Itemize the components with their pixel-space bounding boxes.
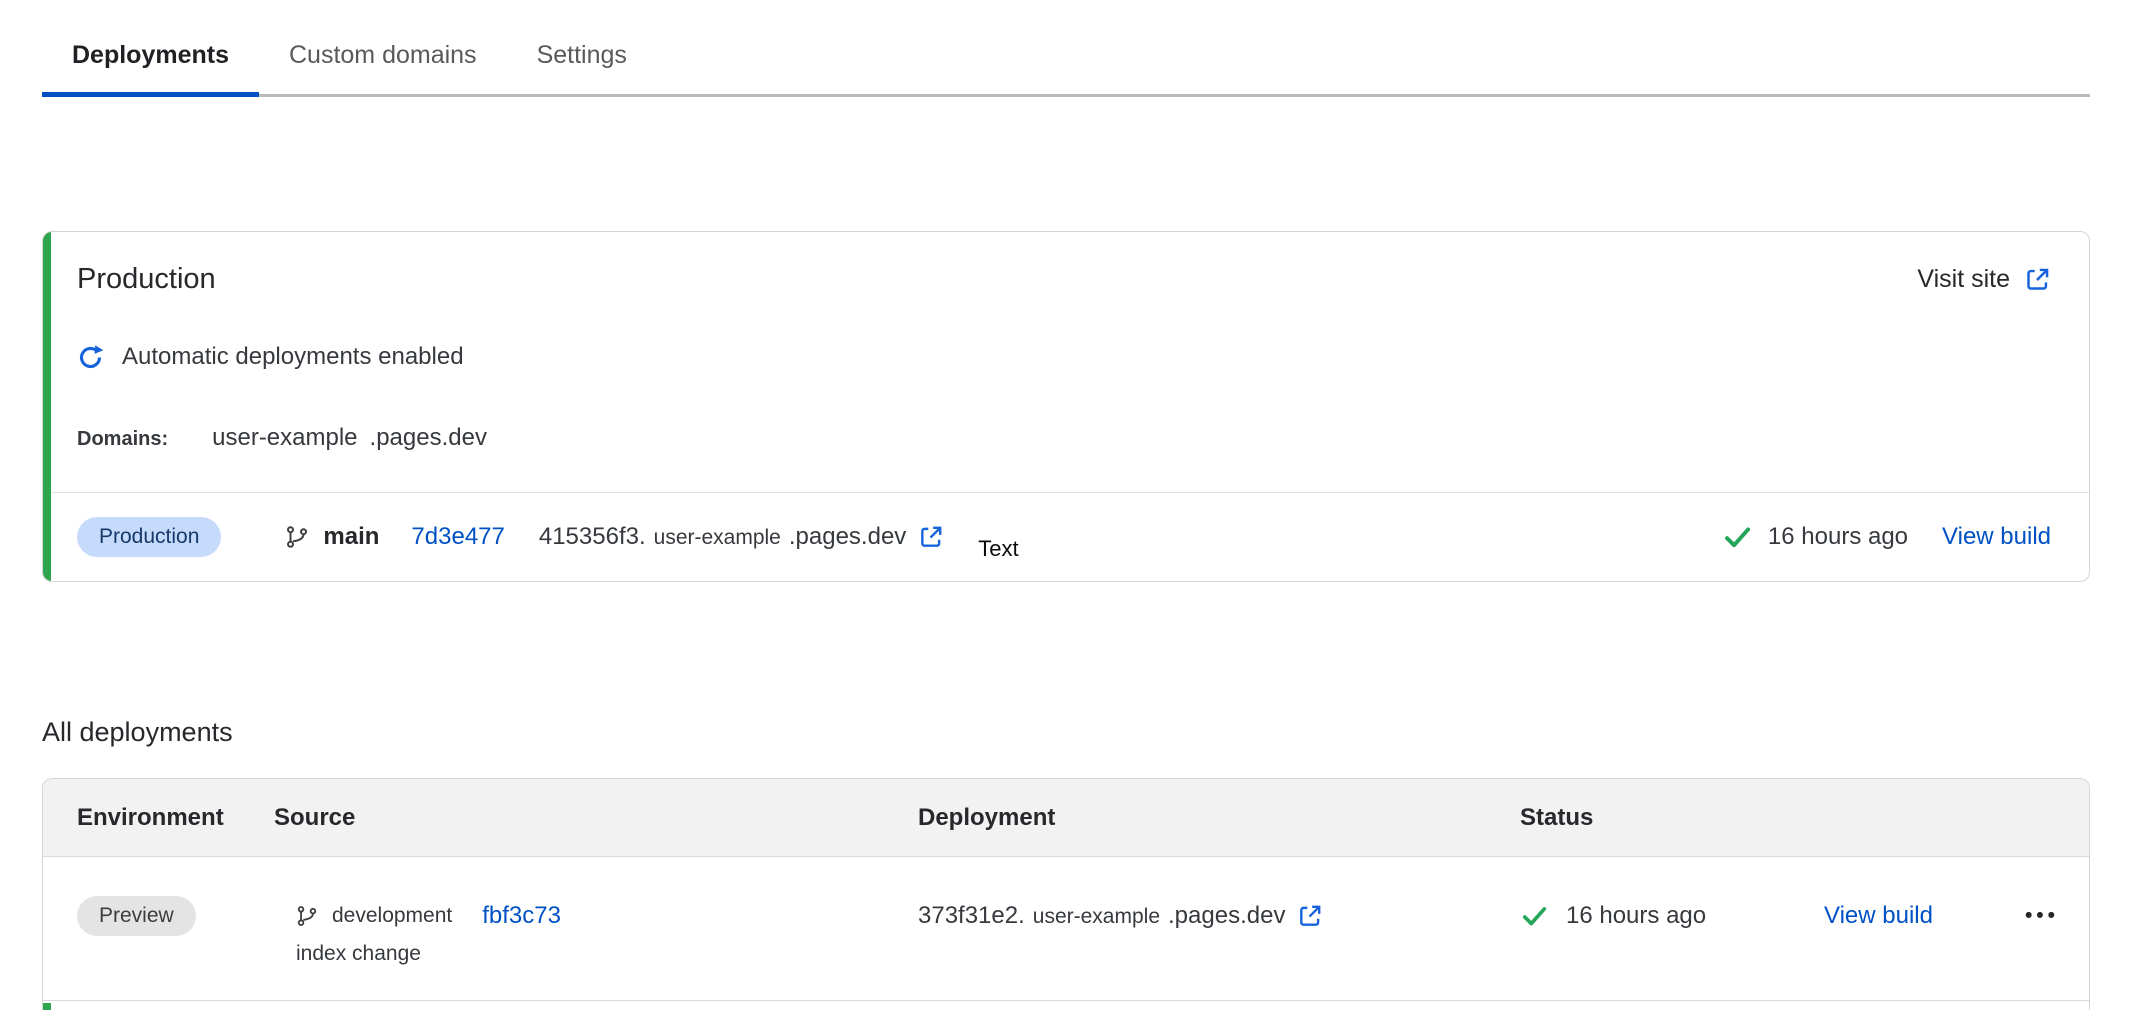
tab-custom-domains[interactable]: Custom domains <box>259 14 507 97</box>
view-build-link[interactable]: View build <box>1942 523 2051 551</box>
production-deployment-row: Production main 7d3e477 415356f3. user-e… <box>43 492 2089 581</box>
production-card: Production Visit site <box>42 231 2090 582</box>
check-icon <box>1722 523 1752 551</box>
deploy-time: 16 hours ago <box>1768 523 1908 551</box>
external-link-icon <box>2024 266 2051 293</box>
environment-badge: Preview <box>77 896 196 936</box>
deployment-url-suffix: .pages.dev <box>789 523 906 551</box>
open-deployment-link[interactable] <box>1297 903 1323 929</box>
column-header-deployment: Deployment <box>918 804 1520 832</box>
commit-link[interactable]: fbf3c73 <box>482 902 561 930</box>
production-row-status: 16 hours ago View build <box>1722 523 2051 551</box>
check-icon <box>1520 903 1548 929</box>
deployment-url: 415356f3. user-example .pages.dev <box>539 523 944 551</box>
production-card-body: Production Visit site <box>43 232 2089 452</box>
overflow-menu-icon[interactable]: ••• <box>2025 904 2059 928</box>
column-header-environment: Environment <box>77 804 274 832</box>
production-card-header: Production Visit site <box>77 262 2051 296</box>
git-branch-icon <box>296 904 318 928</box>
deployment-cell: 373f31e2. user-example .pages.dev <box>918 896 1520 936</box>
deployment-url-suffix: .pages.dev <box>1168 902 1285 930</box>
visit-site-label: Visit site <box>1917 265 2010 294</box>
domains-label: Domains: <box>77 428 168 451</box>
commit-link[interactable]: 7d3e477 <box>411 523 504 551</box>
branch-name: main <box>323 523 379 551</box>
auto-deployments-line: Automatic deployments enabled <box>77 342 2051 372</box>
environment-cell: Preview <box>77 896 274 966</box>
open-deployment-link[interactable] <box>918 524 944 550</box>
domains-line: Domains: user-example .pages.dev <box>77 424 2051 452</box>
production-success-stripe <box>43 1003 51 1010</box>
tab-bar: Deployments Custom domains Settings <box>42 14 2090 97</box>
deployments-table: Environment Source Deployment Status Pre… <box>42 778 2090 1010</box>
column-header-source: Source <box>274 804 918 832</box>
visit-site-link[interactable]: Visit site <box>1917 265 2051 294</box>
table-header-row: Environment Source Deployment Status <box>43 779 2089 857</box>
status-cell: 16 hours ago <box>1520 896 1824 936</box>
environment-badge: Production <box>77 517 221 557</box>
next-row-partial <box>43 1001 2089 1010</box>
production-title: Production <box>77 262 216 296</box>
branch-name: development <box>332 904 452 928</box>
deployment-url-name: user-example <box>654 526 781 550</box>
production-success-stripe <box>43 232 51 581</box>
commit-message: index change <box>296 942 918 966</box>
pages-deployments-page: Deployments Custom domains Settings Prod… <box>0 14 2132 1010</box>
auto-deployments-text: Automatic deployments enabled <box>122 342 464 372</box>
tab-deployments[interactable]: Deployments <box>42 14 259 97</box>
source-branch-line: development fbf3c73 <box>296 896 918 936</box>
deployment-url-name: user-example <box>1033 905 1160 929</box>
actions-cell: View build ••• <box>1824 896 2089 936</box>
source-cell: development fbf3c73 index change <box>274 896 918 966</box>
deploy-time: 16 hours ago <box>1566 902 1706 930</box>
domain-suffix: .pages.dev <box>370 424 487 452</box>
git-branch-icon <box>285 524 309 550</box>
tab-settings[interactable]: Settings <box>507 14 657 97</box>
deployment-url-prefix: 373f31e2. <box>918 902 1025 930</box>
refresh-icon <box>77 344 104 371</box>
column-header-status: Status <box>1520 804 1824 832</box>
deployment-url-prefix: 415356f3. <box>539 523 646 551</box>
deployment-url: 373f31e2. user-example .pages.dev <box>918 902 1323 930</box>
row-note-text: Text <box>978 536 1018 562</box>
table-row: Preview development fbf3c73 <box>43 857 2089 1001</box>
all-deployments-title: All deployments <box>42 716 2090 748</box>
domain-name: user-example <box>212 424 357 452</box>
view-build-link[interactable]: View build <box>1824 902 1933 930</box>
